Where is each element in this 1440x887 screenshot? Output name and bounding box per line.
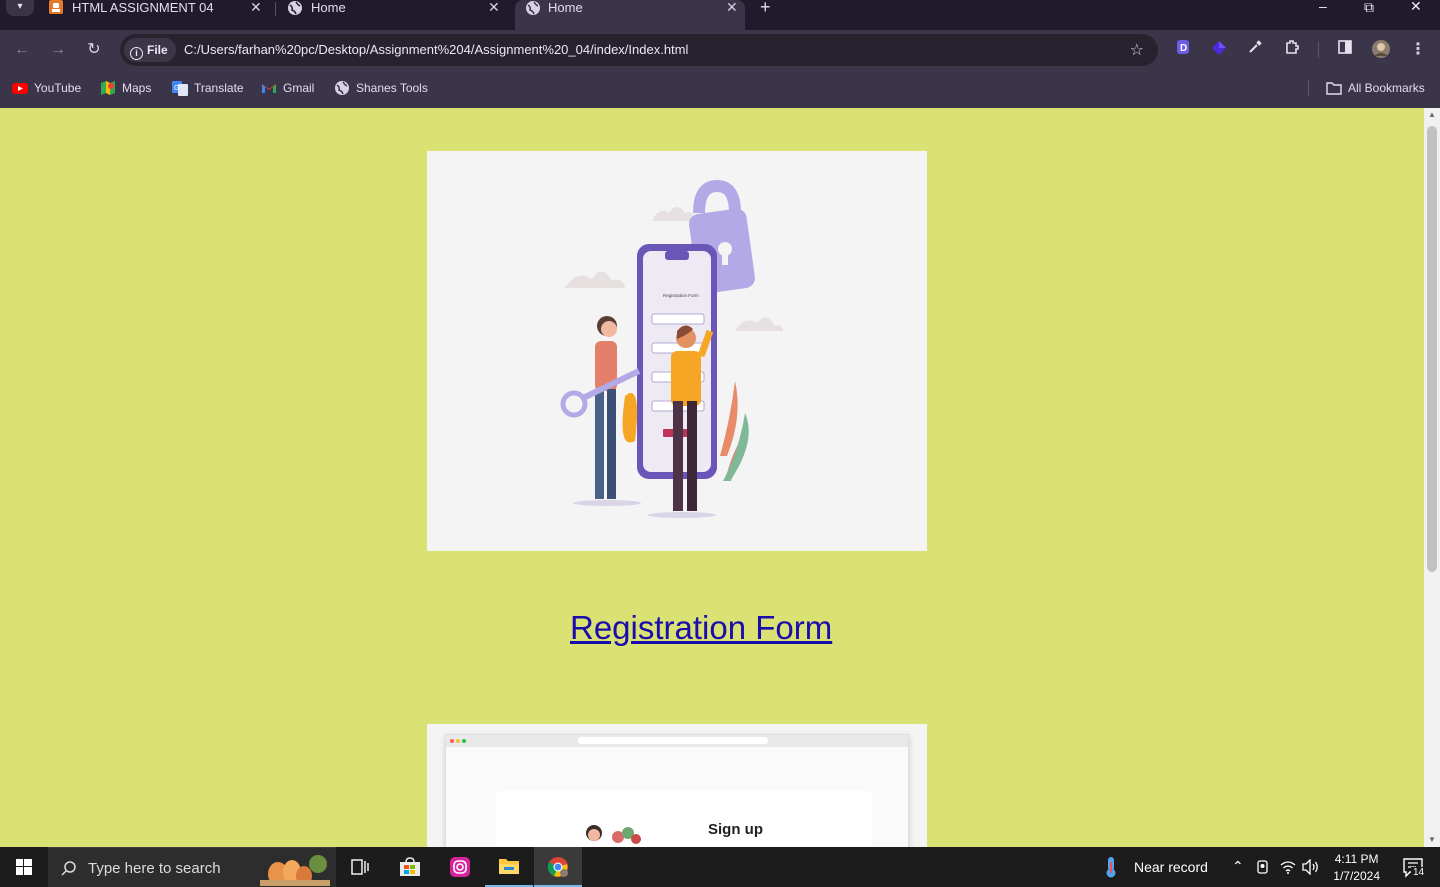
reload-icon[interactable]: ↻	[82, 38, 106, 62]
tab-title: Home	[548, 0, 583, 15]
globe-icon	[288, 1, 302, 15]
taskbar-search[interactable]: Type here to search	[48, 847, 336, 887]
new-tab-icon[interactable]: +	[760, 0, 771, 18]
scroll-down-arrow-icon[interactable]: ▼	[1424, 833, 1440, 847]
extension-d-icon[interactable]: D	[1172, 39, 1194, 61]
back-icon[interactable]: ←	[10, 38, 34, 62]
scroll-up-arrow-icon[interactable]: ▲	[1424, 108, 1440, 122]
registration-illustration: Registration Form	[427, 151, 927, 551]
bookmark-label: YouTube	[34, 81, 82, 95]
html-file-icon	[49, 0, 63, 14]
minimize-icon[interactable]: –	[1319, 0, 1327, 14]
toolbar-divider	[1318, 42, 1319, 58]
mock-title-bar	[446, 735, 908, 747]
svg-text:D: D	[1180, 43, 1187, 54]
close-window-icon[interactable]: ✕	[1410, 0, 1422, 15]
bookmark-translate[interactable]: G Translate	[172, 80, 244, 96]
volume-icon[interactable]	[1302, 859, 1320, 875]
close-tab-icon[interactable]: ✕	[250, 0, 262, 15]
restore-icon[interactable]: ⧉	[1364, 0, 1374, 16]
registration-form-link[interactable]: Registration Form	[570, 609, 832, 647]
extension-diamond-icon[interactable]	[1208, 39, 1230, 61]
bookmark-label: Gmail	[283, 81, 315, 95]
bookmark-star-icon[interactable]: ☆	[1130, 40, 1144, 60]
scroll-thumb[interactable]	[1427, 126, 1437, 572]
notification-count: 14	[1411, 867, 1427, 878]
menu-kebab-icon[interactable]: ⋮	[1406, 38, 1430, 62]
close-tab-icon[interactable]: ✕	[726, 0, 738, 15]
file-explorer-icon[interactable]	[485, 847, 533, 887]
chrome-icon[interactable]	[534, 847, 582, 887]
tab-html-assignment[interactable]: HTML ASSIGNMENT 04 ✕	[48, 0, 268, 22]
signup-heading: Sign up	[708, 821, 763, 838]
tab-strip: ▾ HTML ASSIGNMENT 04 ✕ Home ✕ Home ✕ + –…	[0, 0, 1440, 30]
bookmark-gmail[interactable]: Gmail	[261, 80, 314, 96]
instagram-icon[interactable]	[436, 847, 484, 887]
mock-max-dot	[462, 739, 466, 743]
tab-divider	[275, 2, 276, 16]
bookmark-maps[interactable]: Maps	[100, 80, 151, 96]
signup-card: Sign up	[496, 791, 872, 847]
clock-date: 1/7/2024	[1333, 869, 1380, 883]
file-label: File	[147, 43, 168, 57]
bookmark-label: Translate	[194, 81, 244, 95]
translate-icon: G	[172, 81, 188, 96]
meet-now-icon[interactable]	[1256, 859, 1270, 875]
mock-min-dot	[456, 739, 460, 743]
page-scrollbar[interactable]: ▲ ▼	[1424, 108, 1440, 847]
bookmarks-divider	[1308, 80, 1309, 96]
show-hidden-icons-chevron-icon[interactable]: ⌃	[1232, 858, 1244, 875]
tab-home-1[interactable]: Home ✕	[287, 0, 507, 22]
system-clock[interactable]: 4:11 PM 1/7/2024	[1333, 851, 1380, 885]
tab-title: HTML ASSIGNMENT 04	[72, 0, 214, 15]
svg-text:G: G	[174, 85, 179, 92]
folder-icon	[1326, 82, 1342, 95]
search-icon	[61, 861, 76, 876]
tab-search-button[interactable]: ▾	[6, 0, 34, 16]
address-bar[interactable]: i File C:/Users/farhan%20pc/Desktop/Assig…	[120, 34, 1158, 66]
clock-time: 4:11 PM	[1334, 852, 1379, 866]
page-viewport: Registration Form Registration Form Sign…	[0, 108, 1424, 847]
task-view-icon[interactable]	[336, 847, 384, 887]
close-tab-icon[interactable]: ✕	[488, 0, 500, 15]
windows-taskbar: Type here to search Near record ⌃ 4:11 P…	[0, 847, 1440, 887]
tab-title: Home	[311, 0, 346, 15]
extensions-puzzle-icon[interactable]	[1281, 39, 1303, 61]
svg-text:Registration Form: Registration Form	[663, 293, 699, 298]
search-placeholder: Type here to search	[88, 860, 221, 877]
profile-avatar[interactable]	[1370, 39, 1392, 61]
wifi-icon[interactable]	[1280, 859, 1296, 875]
bookmark-label: Shanes Tools	[356, 81, 428, 95]
mock-close-dot	[450, 739, 454, 743]
start-button[interactable]	[0, 847, 48, 887]
globe-icon	[335, 81, 349, 95]
forward-icon[interactable]: →	[46, 38, 70, 62]
signup-preview-image: Sign up	[427, 724, 927, 847]
mock-address-bar	[578, 737, 768, 744]
notification-center-icon[interactable]: 14	[1402, 857, 1427, 878]
thermometer-icon	[1106, 857, 1116, 878]
bookmark-youtube[interactable]: YouTube	[12, 80, 81, 96]
all-bookmarks-label: All Bookmarks	[1348, 81, 1425, 95]
all-bookmarks-button[interactable]: All Bookmarks	[1326, 80, 1425, 96]
tab-home-active[interactable]: Home ✕	[515, 0, 745, 30]
bookmarks-bar: YouTube Maps G Translate Gmail Shanes Too…	[0, 70, 1440, 108]
gmail-icon	[262, 84, 276, 93]
globe-icon	[526, 1, 540, 15]
bookmark-label: Maps	[122, 81, 152, 95]
search-highlight-image	[260, 855, 330, 886]
youtube-icon	[12, 83, 28, 94]
site-info-chip[interactable]: i File	[124, 38, 176, 62]
windows-logo-icon	[16, 859, 32, 875]
side-panel-icon[interactable]	[1334, 39, 1356, 61]
microsoft-store-icon[interactable]	[386, 847, 434, 887]
url-text[interactable]: C:/Users/farhan%20pc/Desktop/Assignment%…	[184, 42, 688, 57]
mock-browser-window: Sign up	[445, 734, 909, 847]
weather-text[interactable]: Near record	[1134, 859, 1208, 875]
maps-icon	[101, 81, 115, 95]
browser-toolbar: ← → ↻ i File C:/Users/farhan%20pc/Desktop…	[0, 30, 1440, 70]
bookmark-shanes-tools[interactable]: Shanes Tools	[334, 80, 428, 96]
info-icon: i	[130, 47, 143, 60]
eyedropper-icon[interactable]	[1244, 39, 1266, 61]
